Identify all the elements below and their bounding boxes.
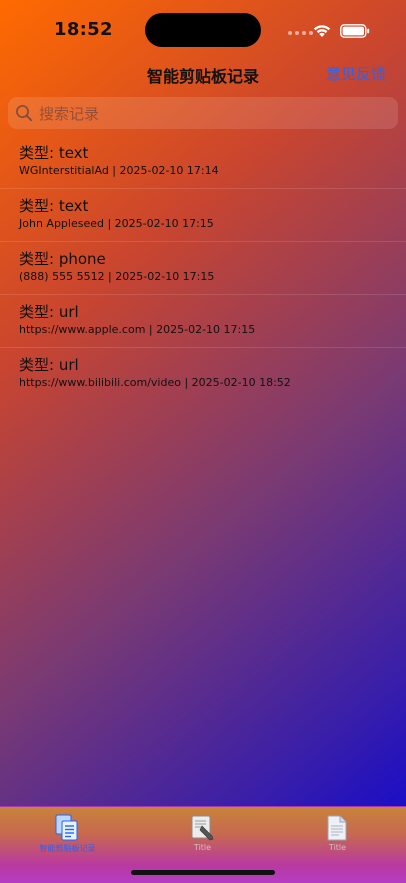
tab-label: Title: [328, 843, 347, 852]
home-indicator[interactable]: [131, 870, 275, 875]
record-detail: https://www.apple.com | 2025-02-10 17:15: [19, 323, 256, 336]
document-list-icon: [55, 814, 78, 841]
tab-label: Title: [193, 843, 212, 852]
list-item[interactable]: 类型: url https://www.bilibili.com/video |…: [0, 348, 406, 401]
list-item[interactable]: 类型: text WGInterstitialAd | 2025-02-10 1…: [0, 136, 406, 189]
record-type-label: 类型: text: [19, 144, 89, 162]
app-screen: 18:52 智能剪贴板记录 意见反馈 类型: text WGIn: [0, 0, 406, 883]
record-type-label: 类型: phone: [19, 250, 106, 268]
tab-clipboard-records[interactable]: 智能剪贴板记录: [0, 811, 135, 859]
record-list: 类型: text WGInterstitialAd | 2025-02-10 1…: [0, 136, 406, 401]
feedback-button[interactable]: 意见反馈: [326, 63, 386, 84]
navigation-bar: 智能剪贴板记录 意见反馈: [0, 58, 406, 90]
wifi-icon: [313, 25, 331, 37]
tab-title-2[interactable]: Title: [135, 811, 270, 859]
list-item[interactable]: 类型: text John Appleseed | 2025-02-10 17:…: [0, 189, 406, 242]
record-type-label: 类型: url: [19, 356, 79, 374]
tab-title-3[interactable]: Title: [270, 811, 405, 859]
record-detail: https://www.bilibili.com/video | 2025-02…: [19, 376, 291, 389]
cellular-dots-icon: [288, 31, 313, 35]
dynamic-island: [145, 13, 261, 47]
battery-icon: [340, 24, 370, 38]
record-type-label: 类型: url: [19, 303, 79, 321]
tab-label: 智能剪贴板记录: [39, 844, 96, 853]
search-icon: [16, 105, 33, 122]
record-detail: John Appleseed | 2025-02-10 17:15: [19, 217, 214, 230]
search-input[interactable]: [37, 97, 391, 131]
record-detail: WGInterstitialAd | 2025-02-10 17:14: [19, 164, 219, 177]
list-item[interactable]: 类型: url https://www.apple.com | 2025-02-…: [0, 295, 406, 348]
status-time: 18:52: [54, 19, 113, 40]
status-bar: 18:52: [0, 0, 406, 60]
edit-document-icon: [191, 815, 214, 841]
document-icon: [327, 815, 347, 841]
record-detail: (888) 555 5512 | 2025-02-10 17:15: [19, 270, 215, 283]
search-bar[interactable]: [8, 97, 398, 131]
record-type-label: 类型: text: [19, 197, 89, 215]
list-item[interactable]: 类型: phone (888) 555 5512 | 2025-02-10 17…: [0, 242, 406, 295]
